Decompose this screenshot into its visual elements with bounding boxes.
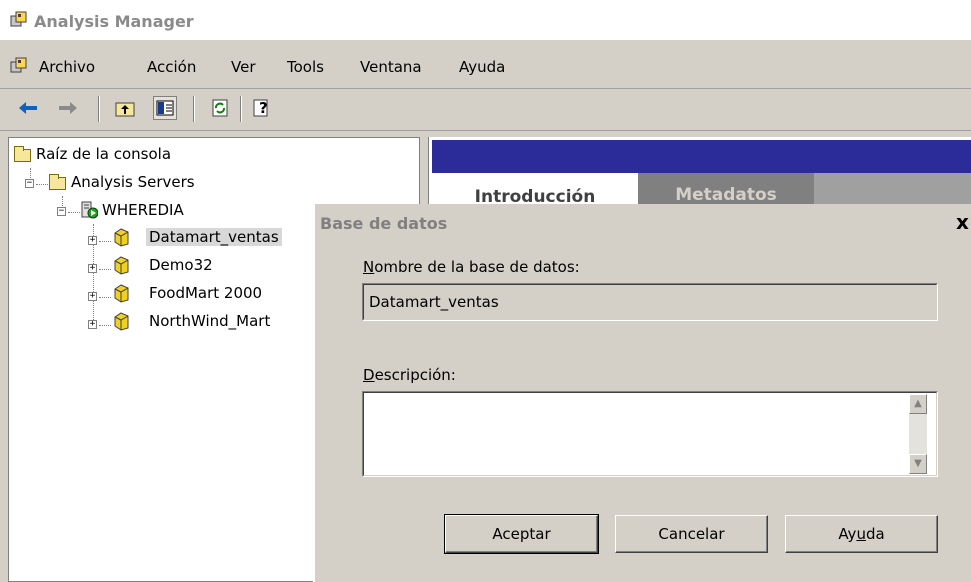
app-icon <box>10 11 27 27</box>
description-scrollbar[interactable]: ▲ ▼ <box>909 394 927 474</box>
collapse-icon[interactable]: − <box>57 207 66 216</box>
help-label-pre: Ay <box>838 525 857 543</box>
window-title: Analysis Manager <box>34 12 194 31</box>
menu-ayuda[interactable]: Ayuda <box>459 58 505 76</box>
help-button[interactable]: ? <box>250 96 274 120</box>
help-label-mnemonic: u <box>856 525 866 543</box>
tree-item-database[interactable]: FoodMart 2000 <box>149 284 262 302</box>
forward-button[interactable] <box>56 96 80 120</box>
back-arrow-icon <box>19 102 37 114</box>
help-label-post: da <box>865 525 885 543</box>
close-icon[interactable]: x <box>956 210 969 234</box>
tree-line <box>99 241 111 242</box>
servers-folder-icon <box>49 174 66 190</box>
dialog-title: Base de datos <box>320 214 448 233</box>
name-field[interactable]: Datamart_ventas <box>362 283 938 321</box>
scroll-up-icon[interactable]: ▲ <box>909 394 927 414</box>
tree-item-server[interactable]: WHEREDIA <box>102 201 184 219</box>
tree-line <box>36 184 48 185</box>
details-header-bar <box>432 140 971 173</box>
cancel-button[interactable]: Cancelar <box>615 515 768 553</box>
refresh-button[interactable] <box>208 96 232 120</box>
tree-item-database[interactable]: Demo32 <box>149 256 213 274</box>
name-label-mnemonic: N <box>363 258 375 276</box>
svg-text:?: ? <box>259 99 268 117</box>
toolbar-separator <box>193 96 195 122</box>
toolbar <box>0 90 971 131</box>
app-menu-icon[interactable] <box>10 56 28 74</box>
help-icon: ? <box>253 99 268 117</box>
toolbar-separator <box>98 96 100 122</box>
expand-icon[interactable]: + <box>88 292 97 301</box>
help-dialog-button[interactable]: Ayuda <box>785 515 938 553</box>
folder-up-icon <box>115 102 135 117</box>
tree-line <box>99 325 111 326</box>
toolbar-separator <box>240 96 242 122</box>
tree-line <box>68 212 80 213</box>
description-label: Descripción: <box>363 366 456 384</box>
database-cube-icon <box>114 228 129 247</box>
refresh-icon <box>212 99 228 117</box>
accept-button[interactable]: Aceptar <box>444 514 599 554</box>
database-cube-icon <box>114 256 129 275</box>
tree-item-database-selected[interactable]: Datamart_ventas <box>146 228 282 246</box>
menu-ventana[interactable]: Ventana <box>360 58 422 76</box>
tree-line <box>99 269 111 270</box>
back-button[interactable] <box>16 96 40 120</box>
tree-line <box>99 297 111 298</box>
description-label-text: escripción: <box>374 366 456 384</box>
server-icon <box>81 201 98 219</box>
tree-view-icon <box>156 100 174 116</box>
show-tree-button[interactable] <box>153 96 177 120</box>
tree-item-analysis-servers[interactable]: Analysis Servers <box>71 173 195 191</box>
description-bevel <box>363 392 937 476</box>
collapse-icon[interactable]: − <box>25 179 34 188</box>
expand-icon[interactable]: + <box>88 236 97 245</box>
description-label-mnemonic: D <box>363 366 375 384</box>
database-cube-icon <box>114 284 129 303</box>
database-cube-icon <box>114 312 129 331</box>
name-label-text: ombre de la base de datos: <box>374 258 580 276</box>
menu-archivo[interactable]: Archivo <box>39 58 95 76</box>
tree-item-root[interactable]: Raíz de la consola <box>36 145 171 163</box>
name-field-value: Datamart_ventas <box>369 293 499 311</box>
console-root-folder-icon <box>14 146 31 162</box>
name-label: Nombre de la base de datos: <box>363 258 580 276</box>
menu-accion[interactable]: Acción <box>147 58 196 76</box>
description-textarea[interactable]: ▲ ▼ <box>362 391 938 477</box>
menu-ver[interactable]: Ver <box>231 58 256 76</box>
expand-icon[interactable]: + <box>88 320 97 329</box>
title-bar[interactable]: Analysis Manager <box>0 0 971 40</box>
menu-tools[interactable]: Tools <box>287 58 324 76</box>
up-level-button[interactable] <box>113 96 137 120</box>
expand-icon[interactable]: + <box>88 264 97 273</box>
forward-arrow-icon <box>59 102 77 114</box>
scroll-down-icon[interactable]: ▼ <box>909 454 927 474</box>
tree-item-database[interactable]: NorthWind_Mart <box>149 312 270 330</box>
